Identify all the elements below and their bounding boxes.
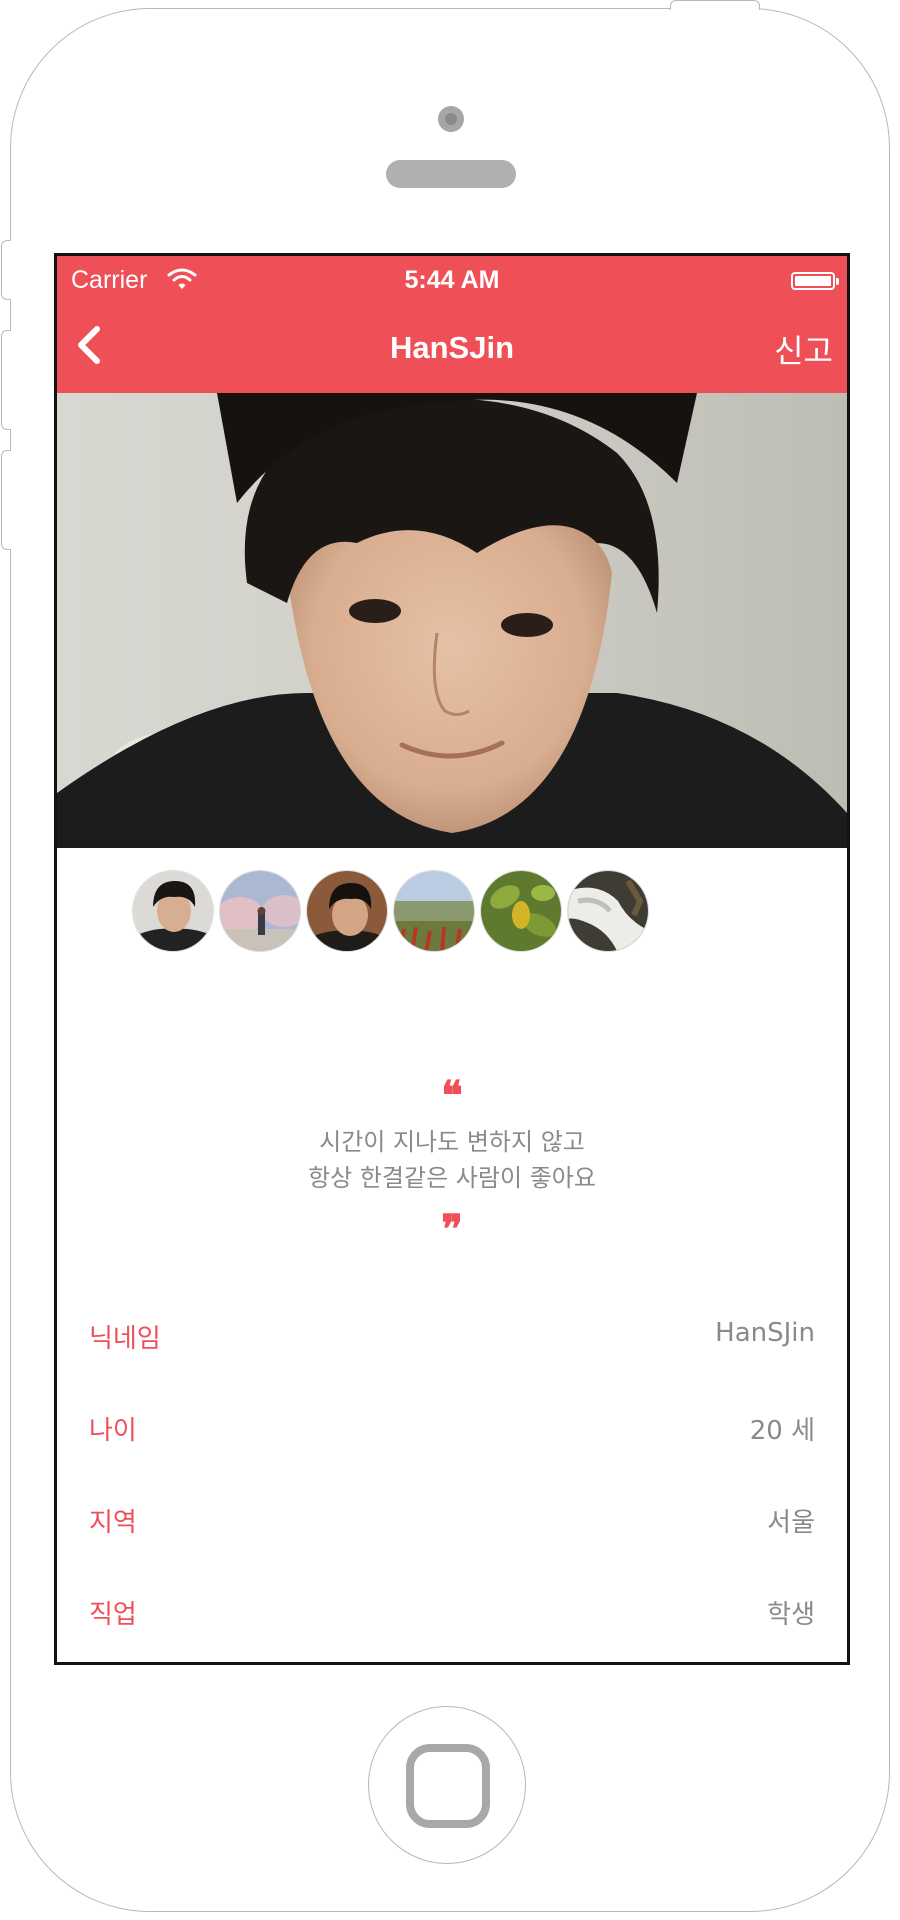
volume-down-button — [1, 450, 11, 550]
profile-photo-image — [57, 393, 847, 848]
thumbnail-2-image — [220, 871, 300, 951]
home-button-square-icon — [406, 1744, 490, 1828]
battery-icon — [791, 272, 839, 290]
age-label: 나이 — [89, 1416, 137, 1446]
thumbnail-5-image — [481, 871, 561, 951]
age-value: 20 세 — [749, 1416, 815, 1446]
job-label: 직업 — [89, 1600, 137, 1630]
power-button — [670, 0, 760, 10]
info-row-job: 직업 학생 — [57, 1572, 847, 1662]
nickname-label: 닉네임 — [89, 1324, 161, 1354]
mute-switch — [1, 240, 11, 300]
thumbnail-1[interactable] — [132, 870, 214, 952]
bio-text: 시간이 지나도 변하지 않고 항상 한결같은 사람이 좋아요 — [57, 1124, 847, 1196]
info-row-nickname: 닉네임 HanSJin — [57, 1296, 847, 1388]
photo-thumbnails — [57, 870, 847, 954]
open-quote-icon: ❝ — [441, 1072, 463, 1119]
volume-up-button — [1, 330, 11, 430]
thumbnail-4[interactable] — [393, 870, 475, 952]
header: Carrier 5:44 AM HanSJin 신고 — [57, 256, 847, 393]
profile-photo[interactable] — [57, 393, 847, 848]
close-quote-icon: ❞ — [441, 1206, 463, 1253]
bio-quote: ❝ 시간이 지나도 변하지 않고 항상 한결같은 사람이 좋아요 ❞ — [57, 1076, 847, 1250]
region-value: 서울 — [767, 1508, 815, 1538]
page-title: HanSJin — [389, 330, 515, 365]
bio-line-1: 시간이 지나도 변하지 않고 — [319, 1128, 585, 1156]
thumbnail-4-image — [394, 871, 474, 951]
status-bar: Carrier 5:44 AM — [57, 256, 847, 306]
job-value: 학생 — [767, 1600, 815, 1630]
region-label: 지역 — [89, 1508, 137, 1538]
report-button[interactable]: 신고 — [774, 326, 833, 372]
bio-line-2: 항상 한결같은 사람이 좋아요 — [308, 1164, 596, 1192]
status-time: 5:44 AM — [404, 266, 500, 294]
thumbnail-3-image — [307, 871, 387, 951]
thumbnail-5[interactable] — [480, 870, 562, 952]
home-button[interactable] — [368, 1706, 526, 1864]
info-row-region: 지역 서울 — [57, 1480, 847, 1572]
thumbnail-2[interactable] — [219, 870, 301, 952]
nickname-value: HanSJin — [715, 1318, 815, 1348]
earpiece-speaker — [386, 160, 516, 188]
thumbnail-3[interactable] — [306, 870, 388, 952]
app-screen: Carrier 5:44 AM HanSJin 신고 ❝ 시간이 지나도 변하지… — [54, 253, 850, 1665]
profile-info-list: 닉네임 HanSJin 나이 20 세 지역 서울 직업 학생 — [57, 1296, 847, 1662]
thumbnail-6-image — [568, 871, 648, 951]
thumbnail-1-image — [133, 871, 213, 951]
thumbnail-6[interactable] — [567, 870, 649, 952]
nav-bar: HanSJin 신고 — [57, 306, 847, 393]
info-row-age: 나이 20 세 — [57, 1388, 847, 1480]
front-camera — [438, 106, 464, 132]
